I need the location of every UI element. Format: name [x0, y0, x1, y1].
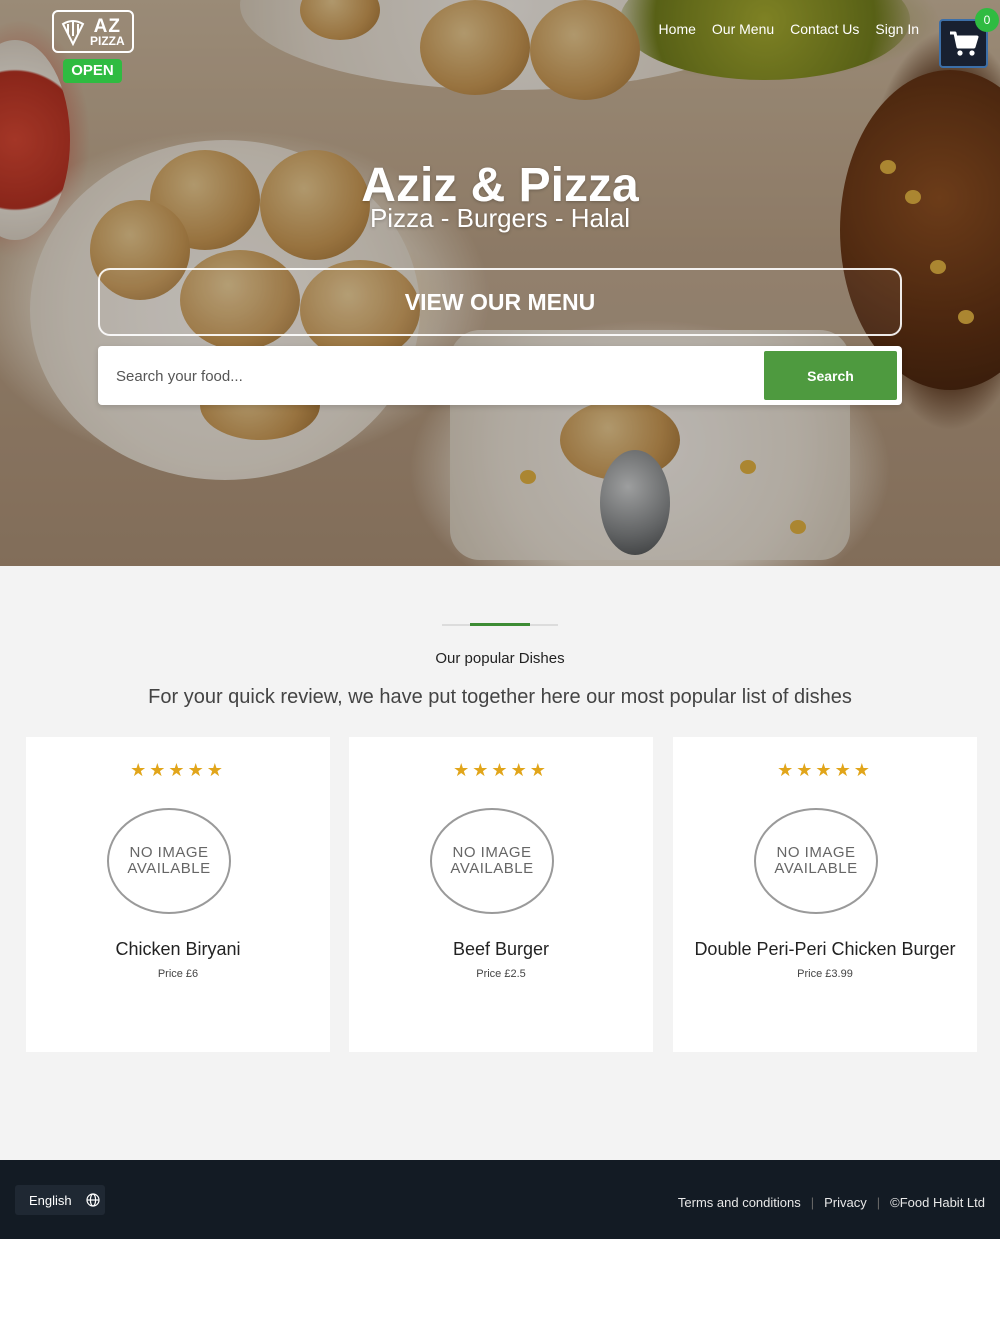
footer-separator: | [876, 1195, 881, 1210]
open-status-badge: OPEN [63, 59, 122, 83]
nav-our-menu[interactable]: Our Menu [712, 20, 774, 38]
no-image-placeholder: NO IMAGE AVAILABLE [107, 808, 231, 914]
nav-contact-us[interactable]: Contact Us [790, 20, 859, 38]
nav-home[interactable]: Home [659, 20, 696, 38]
logo-text-pizza: PIZZA [90, 33, 125, 48]
footer-separator: | [810, 1195, 815, 1210]
rating-stars: ★★★★★ [453, 760, 549, 780]
section-title: Our popular Dishes [435, 650, 565, 667]
globe-icon [86, 1193, 100, 1207]
hero-banner: AZ PIZZA OPEN Home Our Menu Contact Us S… [0, 0, 1000, 566]
language-selector[interactable]: English [15, 1185, 105, 1215]
rating-stars: ★★★★★ [777, 760, 873, 780]
pizza-hand-icon [61, 19, 85, 46]
section-divider [442, 623, 558, 626]
dish-price: Price £6 [157, 968, 199, 980]
popular-dishes-section: Our popular Dishes For your quick review… [0, 566, 1000, 1160]
language-label: English [29, 1192, 72, 1208]
shopping-cart-icon [949, 31, 978, 56]
section-description: For your quick review, we have put toget… [148, 686, 852, 708]
view-menu-button[interactable]: VIEW OUR MENU [98, 268, 902, 336]
dish-card[interactable]: ★★★★★ NO IMAGE AVAILABLE Chicken Biryani… [26, 737, 330, 1052]
footer: English Terms and conditions | Privacy |… [0, 1160, 1000, 1239]
dish-name: Chicken Biryani [115, 939, 241, 959]
no-image-placeholder: NO IMAGE AVAILABLE [430, 808, 554, 914]
terms-link[interactable]: Terms and conditions [678, 1195, 801, 1210]
copyright-text: ©Food Habit Ltd [890, 1195, 985, 1210]
cart-count-badge: 0 [975, 8, 999, 32]
nav-sign-in[interactable]: Sign In [875, 20, 919, 38]
search-input[interactable] [116, 356, 736, 396]
rating-stars: ★★★★★ [130, 760, 226, 780]
divider-accent [470, 623, 530, 626]
dish-name: Beef Burger [452, 939, 550, 959]
no-image-placeholder: NO IMAGE AVAILABLE [754, 808, 878, 914]
dish-price: Price £3.99 [797, 968, 853, 980]
search-button[interactable]: Search [764, 351, 897, 400]
top-nav: Home Our Menu Contact Us Sign In [643, 20, 919, 38]
brand-logo[interactable]: AZ PIZZA [52, 10, 134, 53]
restaurant-tagline: Pizza - Burgers - Halal [369, 203, 631, 233]
dish-card[interactable]: ★★★★★ NO IMAGE AVAILABLE Double Peri-Per… [673, 737, 977, 1052]
footer-links: Terms and conditions | Privacy | ©Food H… [678, 1195, 985, 1210]
privacy-link[interactable]: Privacy [824, 1195, 867, 1210]
dish-price: Price £2.5 [476, 968, 526, 980]
search-bar: Search [98, 346, 902, 405]
logo-text-az: AZ [93, 15, 121, 37]
dish-name: Double Peri-Peri Chicken Burger [694, 939, 956, 959]
dish-card[interactable]: ★★★★★ NO IMAGE AVAILABLE Beef Burger Pri… [349, 737, 653, 1052]
